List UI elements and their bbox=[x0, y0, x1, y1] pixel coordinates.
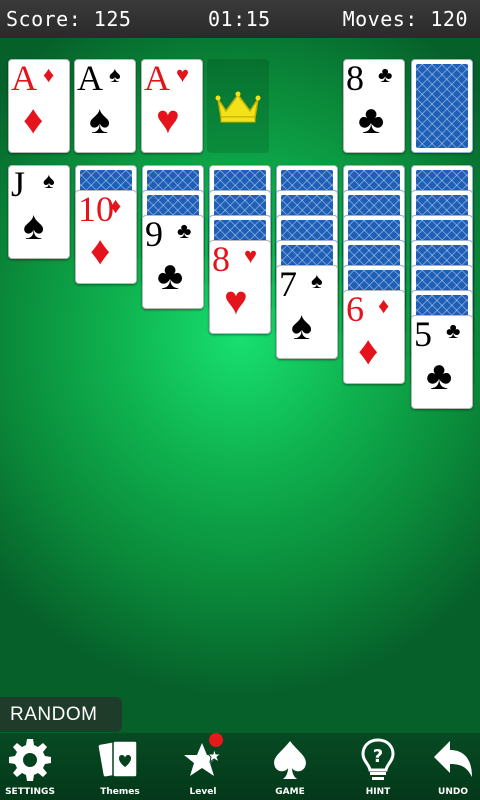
stock-pile[interactable] bbox=[411, 59, 473, 153]
foundation-pile-2[interactable]: A ♠ ♠ bbox=[74, 58, 136, 153]
settings-button[interactable]: SETTINGS bbox=[0, 733, 70, 800]
hint-label: HINT bbox=[365, 787, 391, 797]
club-icon: ♣ bbox=[177, 218, 192, 243]
card-rank: J bbox=[11, 164, 26, 204]
foundation-pile-3[interactable]: A ♥ ♥ bbox=[141, 58, 203, 153]
themes-label: Themes bbox=[100, 787, 140, 797]
settings-label: SETTINGS bbox=[5, 787, 55, 797]
game-mode-label: RANDOM bbox=[0, 697, 122, 732]
tableau-column-6-top-card[interactable]: 6 ♦ ♦ bbox=[343, 289, 405, 384]
diamond-icon: ♦ bbox=[23, 97, 44, 142]
themes-button[interactable]: Themes bbox=[80, 733, 160, 800]
card-rank: 10 bbox=[78, 189, 114, 229]
cards-theme-icon bbox=[98, 740, 138, 778]
diamond-icon: ♦ bbox=[358, 328, 379, 373]
game-label: GAME bbox=[275, 787, 305, 797]
game-button[interactable]: GAME bbox=[250, 733, 330, 800]
spade-icon: ♠ bbox=[43, 168, 55, 193]
foundation-pile-1[interactable]: A ♦ ♦ bbox=[8, 58, 70, 153]
lightbulb-icon: ? bbox=[361, 738, 395, 780]
bottom-toolbar: SETTINGS Themes Level GAME ? HINT UNDO bbox=[0, 733, 480, 800]
tableau-column-2-top-card[interactable]: 10 ♦ ♦ bbox=[75, 189, 137, 284]
tableau-column-3-top-card[interactable]: 9 ♣ ♣ bbox=[142, 214, 204, 309]
tableau-column-7-top-card[interactable]: 5 ♣ ♣ bbox=[411, 314, 473, 409]
undo-arrow-icon bbox=[434, 741, 472, 777]
spade-icon: ♠ bbox=[23, 203, 45, 248]
notification-badge bbox=[209, 733, 223, 747]
club-icon: ♣ bbox=[426, 353, 453, 398]
club-icon: ♣ bbox=[157, 253, 184, 298]
heart-icon: ♥ bbox=[176, 62, 190, 87]
undo-label: UNDO bbox=[438, 787, 468, 797]
level-button[interactable]: Level bbox=[163, 733, 243, 800]
diamond-icon: ♦ bbox=[43, 62, 55, 87]
tableau-column-4-top-card[interactable]: 8 ♥ ♥ bbox=[209, 239, 271, 334]
club-icon: ♣ bbox=[378, 62, 393, 87]
club-icon: ♣ bbox=[358, 97, 385, 142]
moves-display: Moves: 120 bbox=[342, 7, 468, 31]
gear-icon bbox=[9, 739, 51, 781]
level-label: Level bbox=[189, 787, 217, 797]
crown-icon bbox=[215, 91, 261, 123]
heart-icon: ♥ bbox=[224, 278, 248, 323]
tableau-column-1-top-card[interactable]: J ♠ ♠ bbox=[8, 164, 70, 259]
foundation-pile-4[interactable] bbox=[207, 59, 269, 153]
card-rank: 5 bbox=[414, 314, 432, 354]
diamond-icon: ♦ bbox=[90, 228, 111, 273]
club-icon: ♣ bbox=[446, 318, 461, 343]
hint-button[interactable]: ? HINT bbox=[338, 733, 418, 800]
heart-icon: ♥ bbox=[244, 243, 258, 268]
card-rank: A bbox=[144, 58, 170, 98]
spade-icon: ♠ bbox=[109, 62, 121, 87]
tableau-column-5-top-card[interactable]: 7 ♠ ♠ bbox=[276, 264, 338, 359]
score-display: Score: 125 bbox=[6, 7, 132, 31]
svg-text:?: ? bbox=[373, 746, 383, 767]
card-rank: 6 bbox=[346, 289, 364, 329]
card-rank: 9 bbox=[145, 214, 163, 254]
spade-icon bbox=[274, 741, 306, 779]
spade-icon: ♠ bbox=[89, 97, 111, 142]
card-rank: 8 bbox=[346, 58, 364, 98]
card-rank: A bbox=[77, 58, 103, 98]
heart-icon: ♥ bbox=[156, 97, 180, 142]
card-rank: 7 bbox=[279, 264, 297, 304]
timer-display: 01:15 bbox=[208, 7, 271, 31]
spade-icon: ♠ bbox=[291, 303, 313, 348]
diamond-icon: ♦ bbox=[378, 293, 390, 318]
card-rank: 8 bbox=[212, 239, 230, 279]
waste-pile[interactable]: 8 ♣ ♣ bbox=[343, 58, 405, 153]
spade-icon: ♠ bbox=[311, 268, 323, 293]
diamond-icon: ♦ bbox=[110, 193, 122, 218]
card-rank: A bbox=[11, 58, 37, 98]
undo-button[interactable]: UNDO bbox=[413, 733, 480, 800]
status-bar: Score: 125 01:15 Moves: 120 bbox=[0, 0, 480, 38]
